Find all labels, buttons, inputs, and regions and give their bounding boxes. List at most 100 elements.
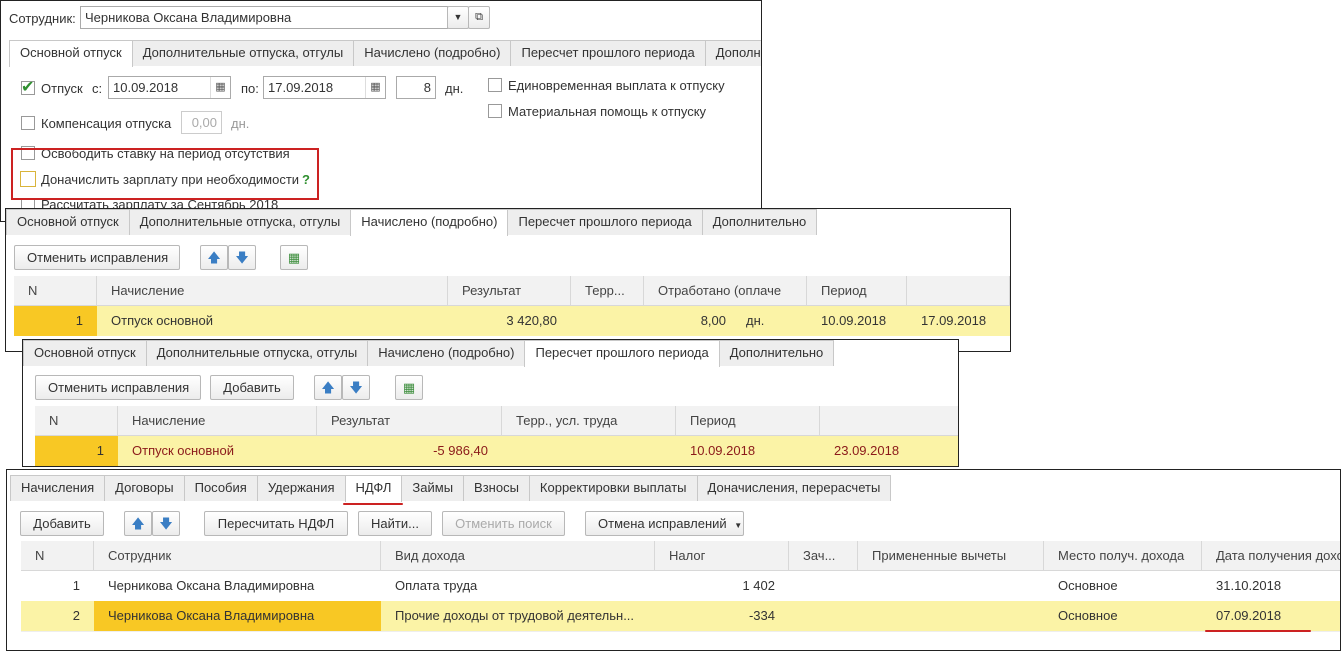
table-row[interactable]: 1 Отпуск основной -5 986,40 10.09.2018 2… (35, 436, 958, 466)
header-income-date[interactable]: Дата получения дохо (1202, 541, 1340, 571)
tab-contributions[interactable]: Взносы (463, 475, 530, 501)
from-date-field[interactable]: 10.09.2018 ▦ (108, 76, 231, 99)
material-aid-checkbox[interactable] (488, 104, 502, 118)
header-terr[interactable]: Терр... (571, 276, 644, 306)
cell-result[interactable]: -5 986,40 (317, 436, 502, 466)
header-period[interactable]: Период (676, 406, 820, 436)
compensation-checkbox[interactable] (21, 116, 35, 130)
cell-employee[interactable]: Черникова Оксана Владимировна (94, 571, 381, 601)
tab-additional-accruals[interactable]: Доначисления, перерасчеты (696, 475, 892, 501)
cell-income-type[interactable]: Оплата труда (381, 571, 655, 601)
add-button[interactable]: Добавить (20, 511, 104, 536)
cancel-corrections-button[interactable]: Отменить исправления (14, 245, 180, 270)
header-deductions[interactable]: Примененные вычеты (858, 541, 1044, 571)
cell-income-date[interactable]: 31.10.2018 (1202, 571, 1340, 601)
header-credit[interactable]: Зач... (789, 541, 858, 571)
cell-tax[interactable]: 1 402 (655, 571, 789, 601)
tab-benefits[interactable]: Пособия (183, 475, 258, 501)
cell-deductions[interactable] (858, 571, 1044, 601)
table-row[interactable]: 1 Отпуск основной 3 420,80 8,00 дн. 10.09… (14, 306, 1010, 336)
employee-field[interactable]: Черникова Оксана Владимировна (80, 6, 448, 29)
cell-tax[interactable]: -334 (655, 601, 789, 631)
cell-n[interactable]: 1 (21, 571, 94, 601)
find-button[interactable]: Найти... (358, 511, 432, 536)
lump-sum-checkbox[interactable] (488, 78, 502, 92)
header-accrual[interactable]: Начисление (118, 406, 317, 436)
tab-main-vacation[interactable]: Основной отпуск (6, 209, 130, 235)
header-income-place[interactable]: Место получ. дохода (1044, 541, 1202, 571)
compensation-days-field[interactable]: 0,00 (181, 111, 222, 134)
cell-worked[interactable]: 8,00 дн. (644, 306, 807, 336)
header-n[interactable]: N (21, 541, 94, 571)
cancel-corrections-dropdown[interactable]: Отмена исправлений ▼ (585, 511, 744, 536)
header-tax[interactable]: Налог (655, 541, 789, 571)
cell-income-place[interactable]: Основное (1044, 601, 1202, 631)
table-row[interactable]: 1 Черникова Оксана Владимировна Оплата т… (21, 571, 1340, 601)
header-n[interactable]: N (14, 276, 97, 306)
header-result[interactable]: Результат (317, 406, 502, 436)
header-worked[interactable]: Отработано (оплаче (644, 276, 807, 306)
move-up-button[interactable]: 🡅 (314, 375, 342, 400)
vacation-checkbox[interactable] (21, 77, 35, 97)
move-down-button[interactable]: 🡇 (228, 245, 256, 270)
tab-past-recalc[interactable]: Пересчет прошлого периода (524, 340, 720, 367)
cell-income-place[interactable]: Основное (1044, 571, 1202, 601)
add-column-button[interactable]: ▦ (395, 375, 423, 400)
cell-income-type[interactable]: Прочие доходы от трудовой деятельн... (381, 601, 655, 631)
tab-ndfl[interactable]: НДФЛ (344, 475, 403, 502)
move-up-button[interactable]: 🡅 (200, 245, 228, 270)
tab-additional[interactable]: Дополнительно (718, 340, 835, 366)
header-n[interactable]: N (35, 406, 118, 436)
header-accrual[interactable]: Начисление (97, 276, 448, 306)
add-column-button[interactable]: ▦ (280, 245, 308, 270)
move-down-button[interactable]: 🡇 (342, 375, 370, 400)
cell-result[interactable]: 3 420,80 (448, 306, 571, 336)
tab-past-recalc[interactable]: Пересчет прошлого периода (507, 209, 703, 235)
cell-employee[interactable]: Черникова Оксана Владимировна (94, 601, 381, 631)
tab-main-vacation[interactable]: Основной отпуск (23, 340, 147, 366)
employee-dropdown-button[interactable]: ▼ (447, 6, 469, 29)
table-row[interactable]: 2 Черникова Оксана Владимировна Прочие д… (21, 601, 1340, 631)
cell-n[interactable]: 1 (14, 306, 97, 336)
cell-income-date[interactable]: 07.09.2018 (1202, 601, 1340, 631)
tab-past-recalc[interactable]: Пересчет прошлого периода (510, 40, 706, 66)
header-terr[interactable]: Терр., усл. труда (502, 406, 676, 436)
cell-period-end[interactable]: 23.09.2018 (820, 436, 958, 466)
cell-deductions[interactable] (858, 601, 1044, 631)
cell-period-start[interactable]: 10.09.2018 (807, 306, 907, 336)
tab-additional-vacations[interactable]: Дополнительные отпуска, отгулы (128, 209, 352, 235)
tab-main-vacation[interactable]: Основной отпуск (9, 40, 133, 67)
cancel-corrections-button[interactable]: Отменить исправления (35, 375, 201, 400)
cell-accrual[interactable]: Отпуск основной (97, 306, 448, 336)
move-up-button[interactable]: 🡅 (124, 511, 152, 536)
tab-additional-vacations[interactable]: Дополнительные отпуска, отгулы (131, 40, 355, 66)
header-period[interactable]: Период (807, 276, 907, 306)
cell-n[interactable]: 2 (21, 601, 94, 631)
recalc-ndfl-button[interactable]: Пересчитать НДФЛ (204, 511, 348, 536)
tab-accruals[interactable]: Начисления (10, 475, 106, 501)
tab-accrued-detailed[interactable]: Начислено (подробно) (367, 340, 526, 366)
cell-terr[interactable] (502, 436, 676, 466)
cancel-search-button[interactable]: Отменить поиск (442, 511, 565, 536)
header-result[interactable]: Результат (448, 276, 571, 306)
cell-period-start[interactable]: 10.09.2018 (676, 436, 820, 466)
move-down-button[interactable]: 🡇 (152, 511, 180, 536)
tab-loans[interactable]: Займы (401, 475, 465, 501)
header-income-type[interactable]: Вид дохода (381, 541, 655, 571)
calendar-icon[interactable]: ▦ (210, 77, 230, 98)
tab-contracts[interactable]: Договоры (104, 475, 185, 501)
tab-payment-corrections[interactable]: Корректировки выплаты (528, 475, 698, 501)
add-button[interactable]: Добавить (210, 375, 294, 400)
to-date-field[interactable]: 17.09.2018 ▦ (263, 76, 386, 99)
cell-terr[interactable] (571, 306, 644, 336)
tab-additional-vacations[interactable]: Дополнительные отпуска, отгулы (145, 340, 369, 366)
calendar-icon[interactable]: ▦ (365, 77, 385, 98)
cell-accrual[interactable]: Отпуск основной (118, 436, 317, 466)
tab-additional[interactable]: Дополнительно (701, 209, 818, 235)
cell-credit[interactable] (789, 571, 858, 601)
tab-deductions[interactable]: Удержания (256, 475, 346, 501)
tab-additional[interactable]: Дополнит (704, 40, 761, 66)
days-field[interactable]: 8 (396, 76, 436, 99)
cell-n[interactable]: 1 (35, 436, 118, 466)
tab-accrued-detailed[interactable]: Начислено (подробно) (350, 209, 509, 236)
